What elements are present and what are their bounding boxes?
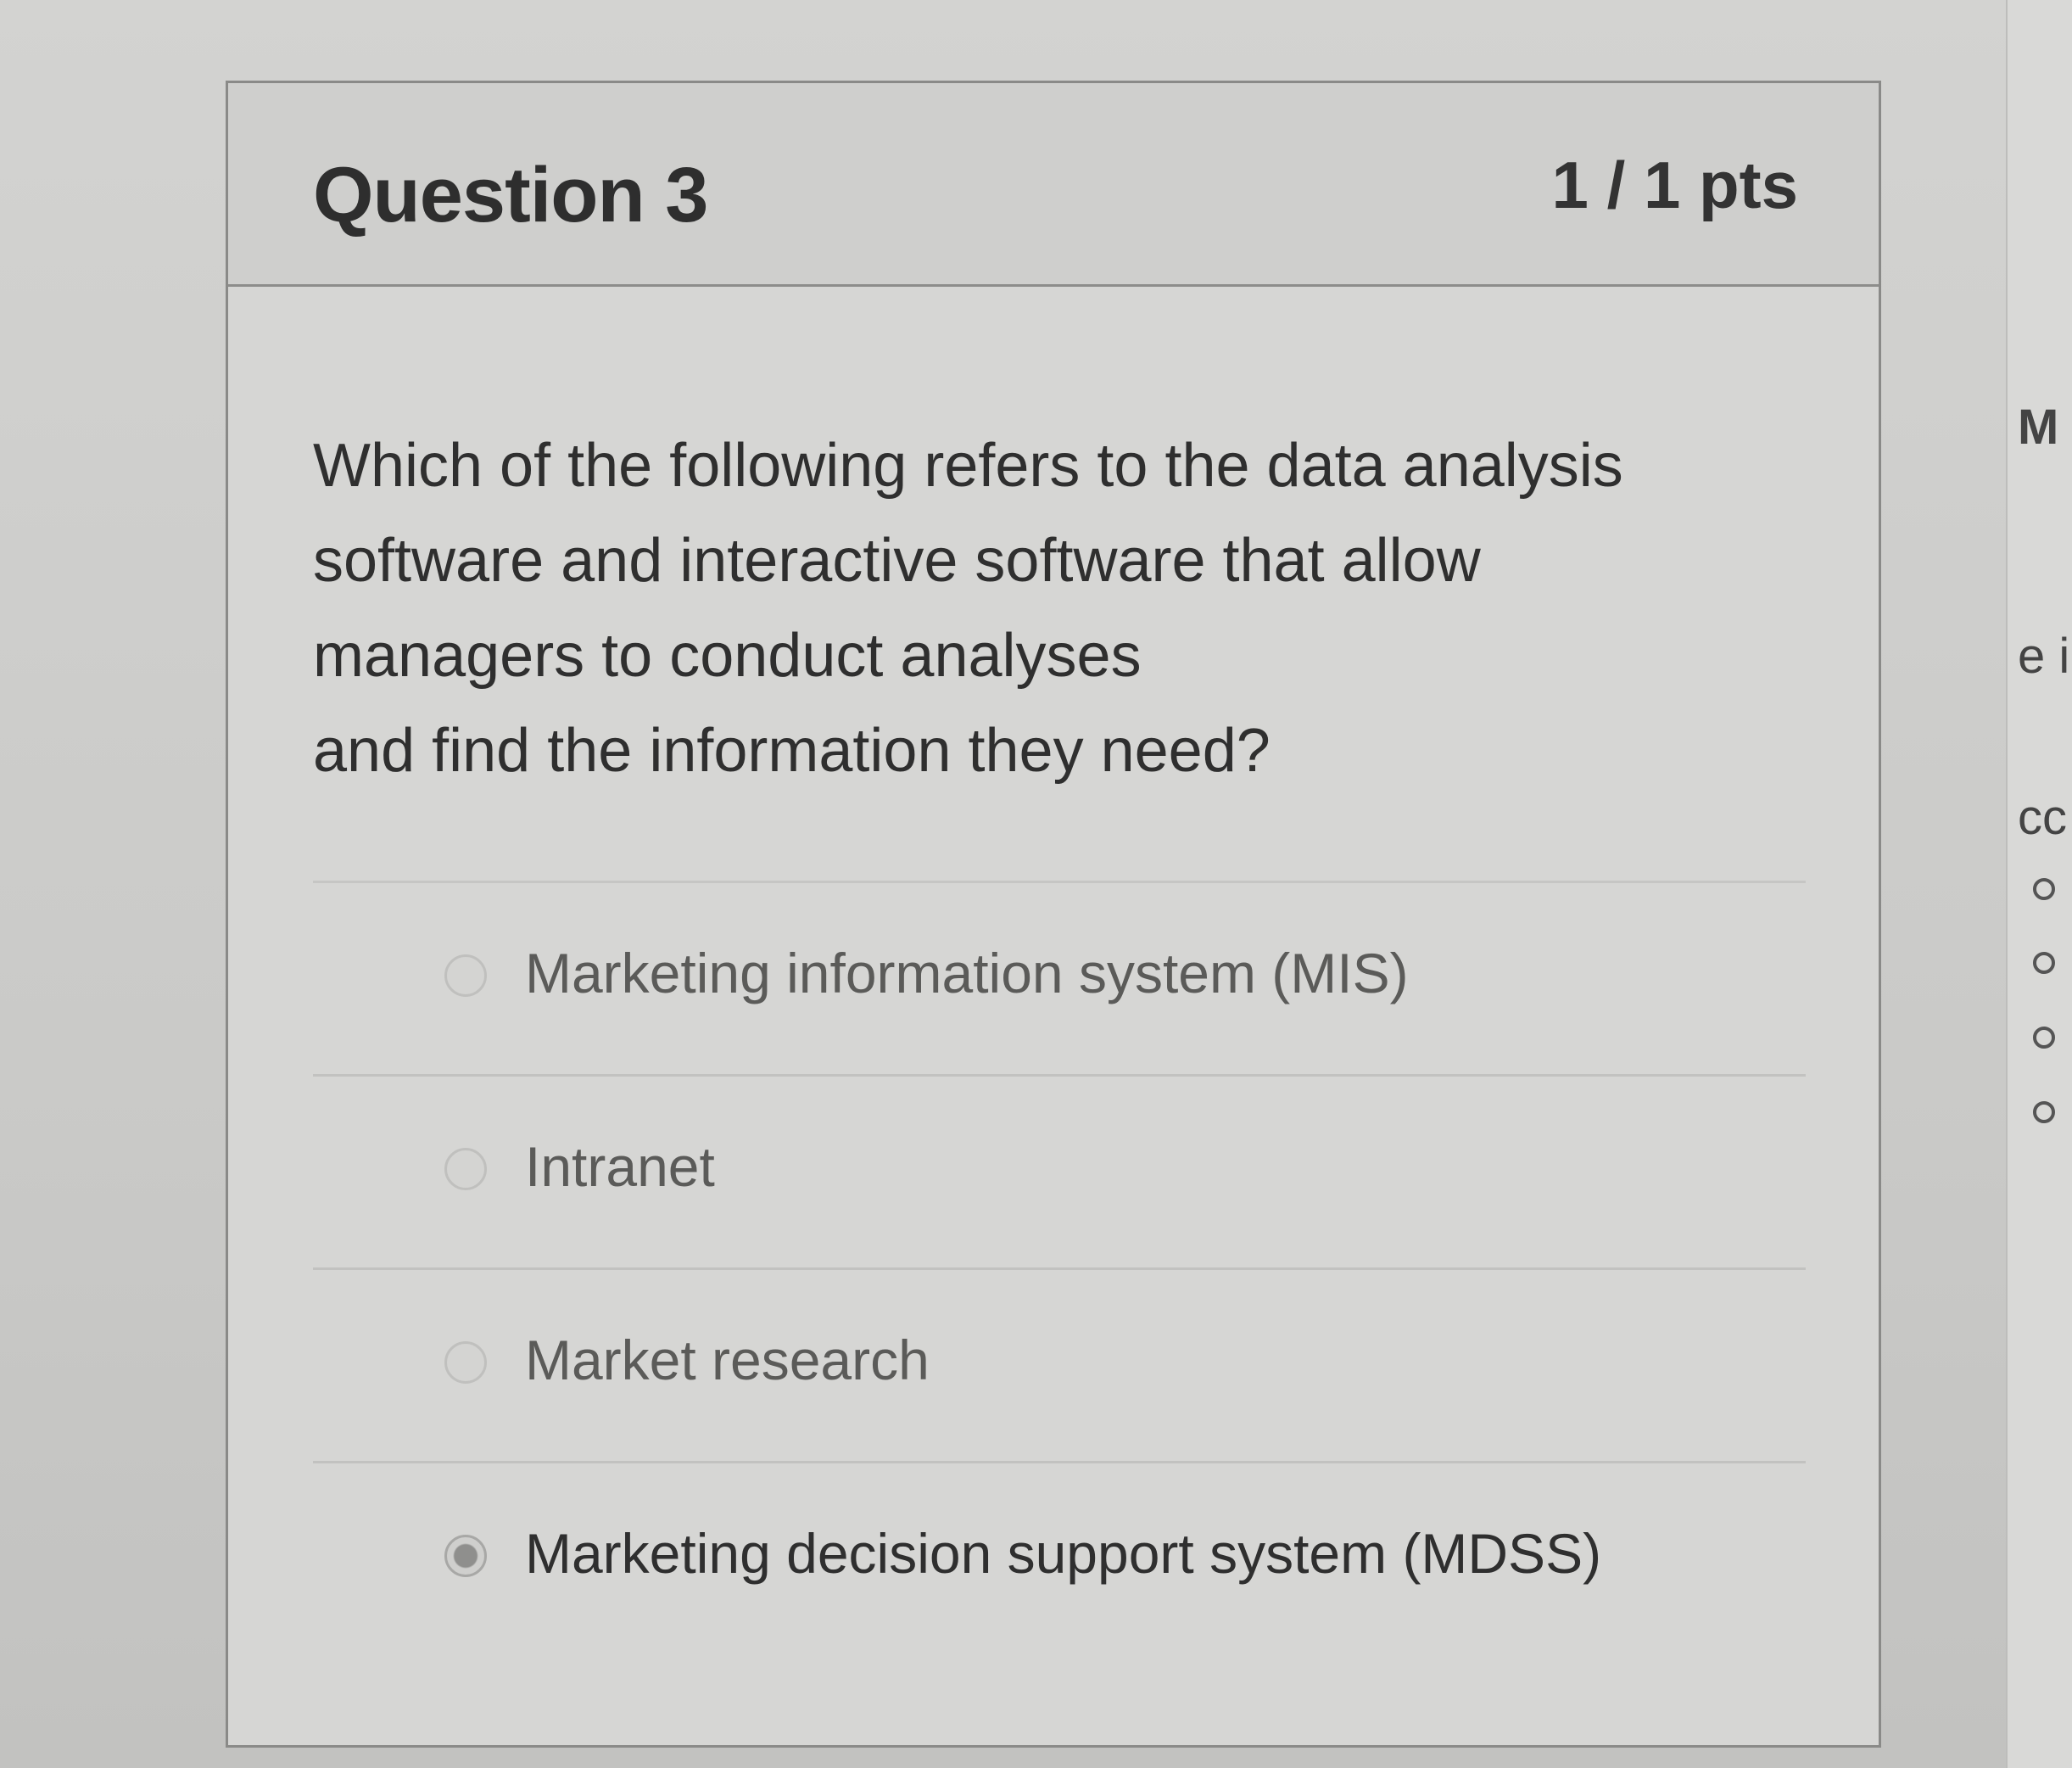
question-text-line: managers to conduct analyses [313, 622, 1142, 690]
side-fragment-text: cc [2018, 790, 2067, 845]
question-text-line: and find the information they need? [313, 717, 1271, 785]
answer-option-intranet[interactable]: Intranet [313, 1074, 1806, 1267]
side-radio-icon[interactable] [2033, 1101, 2055, 1123]
answer-option-market-research[interactable]: Market research [313, 1267, 1806, 1461]
side-fragment-text: e i [2018, 629, 2070, 684]
radio-button[interactable] [444, 1148, 487, 1190]
answer-label[interactable]: Marketing decision support system (MDSS) [525, 1521, 1601, 1586]
side-radio-icon[interactable] [2033, 1027, 2055, 1049]
side-panel-next-question: M e i cc [2006, 0, 2072, 1768]
side-radio-icon[interactable] [2033, 878, 2055, 900]
radio-button[interactable] [444, 1341, 487, 1384]
question-text-line: software and interactive software that a… [313, 527, 1481, 595]
radio-button-selected[interactable] [444, 1535, 487, 1577]
answer-option-mdss[interactable]: Marketing decision support system (MDSS) [313, 1461, 1806, 1654]
answer-label[interactable]: Marketing information system (MIS) [525, 941, 1409, 1005]
question-card: Question 3 1 / 1 pts Which of the follow… [226, 81, 1881, 1748]
answer-option-mis[interactable]: Marketing information system (MIS) [313, 881, 1806, 1074]
side-radio-icon[interactable] [2033, 952, 2055, 974]
question-title: Question 3 [313, 152, 708, 238]
radio-button[interactable] [444, 954, 487, 997]
answer-label[interactable]: Market research [525, 1328, 930, 1392]
question-header: Question 3 1 / 1 pts [228, 83, 1879, 287]
side-fragment-title: M [2018, 400, 2059, 455]
question-text: Which of the following refers to the dat… [313, 418, 1755, 798]
answer-label[interactable]: Intranet [525, 1134, 715, 1199]
answer-list: Marketing information system (MIS) Intra… [313, 881, 1806, 1654]
question-points: 1 / 1 pts [1551, 148, 1798, 222]
question-text-line: Which of the following refers to the dat… [313, 432, 1623, 500]
